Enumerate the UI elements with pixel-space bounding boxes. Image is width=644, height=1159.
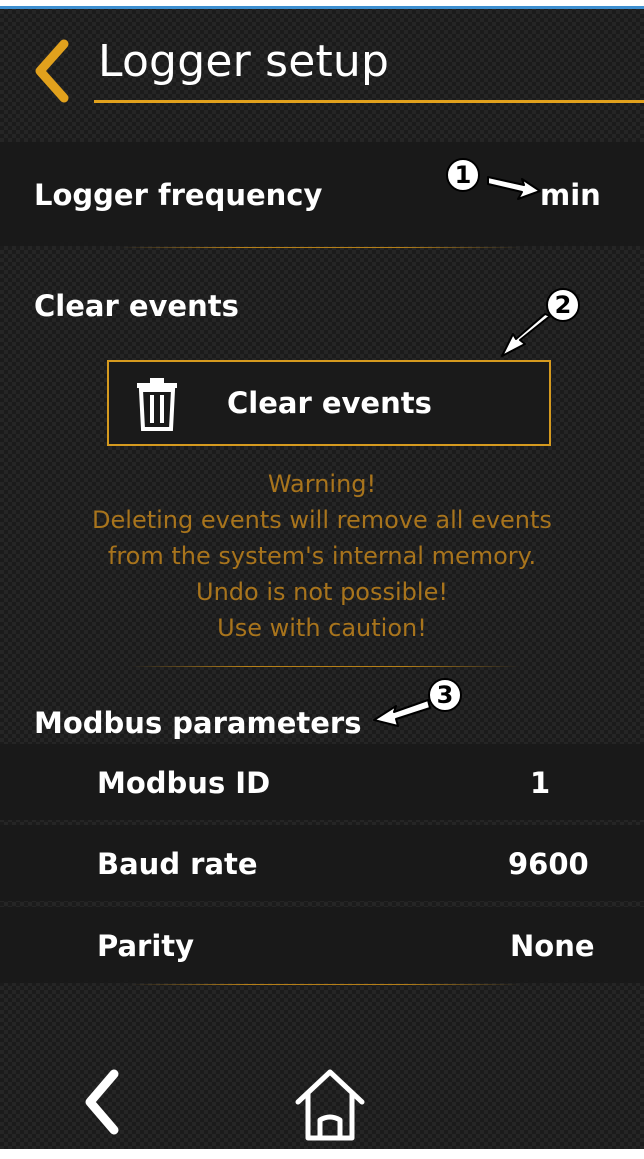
logger-frequency-value: min [540, 178, 601, 212]
page-title: Logger setup [98, 36, 390, 87]
device-screen: Logger setup Logger frequency min Clear … [0, 6, 644, 1149]
home-icon[interactable] [292, 1068, 368, 1144]
warning-message: Warning! Deleting events will remove all… [40, 466, 604, 646]
callout-arrow-3 [373, 699, 431, 727]
baud-rate-label: Baud rate [97, 847, 258, 881]
warning-line: from the system's internal memory. [107, 542, 537, 570]
callout-arrow-2 [501, 313, 551, 357]
modbus-id-value: 1 [530, 766, 551, 800]
divider [130, 984, 520, 985]
parity-label: Parity [97, 929, 195, 963]
warning-line: Warning! [267, 470, 377, 498]
baud-rate-row[interactable]: Baud rate 9600 [0, 825, 644, 901]
modbus-heading: Modbus parameters [34, 706, 362, 740]
callout-1: 1 [446, 158, 480, 192]
divider [120, 247, 520, 248]
chevron-left-icon[interactable] [30, 38, 74, 104]
divider [130, 666, 520, 667]
callout-arrow-1 [487, 176, 541, 200]
logger-frequency-row[interactable]: Logger frequency min [0, 142, 644, 246]
status-line [0, 6, 644, 9]
logger-frequency-label: Logger frequency [34, 178, 323, 212]
callout-3: 3 [428, 678, 462, 712]
warning-line: Deleting events will remove all events [92, 506, 552, 534]
clear-events-button-label: Clear events [227, 386, 432, 420]
clear-events-heading: Clear events [34, 289, 239, 323]
modbus-id-label: Modbus ID [97, 766, 271, 800]
parity-value: None [510, 929, 595, 963]
parity-row[interactable]: Parity None [0, 907, 644, 983]
clear-events-button[interactable]: Clear events [107, 360, 551, 446]
warning-line: Use with caution! [217, 614, 427, 642]
title-underline [94, 100, 644, 103]
modbus-id-row[interactable]: Modbus ID 1 [0, 744, 644, 820]
chevron-left-icon[interactable] [80, 1066, 124, 1138]
baud-rate-value: 9600 [508, 847, 589, 881]
warning-line: Undo is not possible! [196, 578, 448, 606]
trash-icon [137, 378, 177, 431]
